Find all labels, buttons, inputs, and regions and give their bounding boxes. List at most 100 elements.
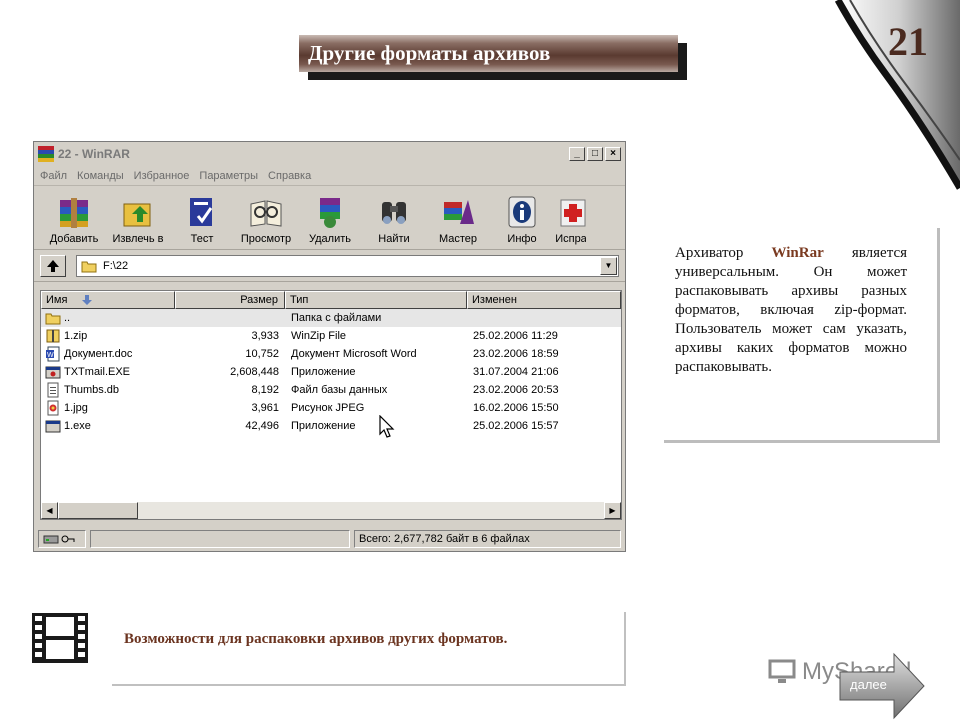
- repair-icon: [560, 199, 586, 227]
- maximize-button[interactable]: □: [587, 147, 603, 161]
- test-button[interactable]: Тест: [172, 194, 232, 245]
- svg-text:W: W: [47, 352, 54, 359]
- file-modified: 23.02.2006 20:53: [473, 384, 559, 396]
- file-row-zip[interactable]: 1.zip 3,933 WinZip File 25.02.2006 11:29: [41, 327, 621, 345]
- status-drive-pane[interactable]: [38, 530, 86, 548]
- window-title: 22 - WinRAR: [58, 147, 130, 161]
- find-button[interactable]: Найти: [364, 194, 424, 245]
- wizard-icon: [444, 200, 474, 224]
- file-name: Thumbs.db: [64, 384, 120, 396]
- status-selection-pane: [90, 530, 350, 548]
- file-modified: 25.02.2006 11:29: [473, 330, 558, 342]
- menu-commands[interactable]: Команды: [77, 170, 124, 182]
- scroll-left-button[interactable]: ◀: [41, 502, 58, 519]
- folder-icon: [45, 313, 61, 325]
- find-icon: [382, 202, 406, 224]
- file-row-exe[interactable]: 1.exe 42,496 Приложение 25.02.2006 15:57: [41, 417, 621, 435]
- scroll-right-button[interactable]: ▶: [604, 502, 621, 519]
- up-arrow-icon: [47, 259, 59, 272]
- menu-bar: Файл Команды Избранное Параметры Справка: [34, 166, 625, 186]
- file-row-jpg[interactable]: 1.jpg 3,961 Рисунок JPEG 16.02.2006 15:5…: [41, 399, 621, 417]
- file-row-doc[interactable]: W Документ.doc 10,752 Документ Microsoft …: [41, 345, 621, 363]
- file-type: Приложение: [291, 420, 356, 432]
- add-button-label: Добавить: [49, 233, 99, 245]
- menu-help[interactable]: Справка: [268, 170, 311, 182]
- image-file-icon: [47, 400, 59, 416]
- zip-file-icon: [46, 329, 60, 343]
- horizontal-scrollbar[interactable]: ◀ ▶: [41, 502, 621, 519]
- add-archive-icon: [60, 198, 88, 228]
- description-card: Архиватор WinRar является универсальным.…: [664, 228, 940, 443]
- file-type: WinZip File: [291, 330, 347, 342]
- file-size: 3,961: [251, 402, 279, 414]
- next-button-label[interactable]: далее: [850, 677, 887, 692]
- view-button[interactable]: Просмотр: [236, 194, 296, 245]
- menu-file[interactable]: Файл: [40, 170, 67, 182]
- slide-caption: Возможности для распаковки архивов други…: [112, 612, 626, 686]
- delete-button[interactable]: Удалить: [300, 194, 360, 245]
- file-row-parent[interactable]: .. Папка с файлами: [41, 309, 621, 327]
- repair-button-label: Испра: [556, 233, 586, 245]
- file-size: 8,192: [251, 384, 279, 396]
- file-type: Рисунок JPEG: [291, 402, 365, 414]
- status-total: Всего: 2,677,782 байт в 6 файлах: [354, 530, 621, 548]
- toolbar: Добавить Извлечь в Тест Просмотр Удалить…: [34, 186, 625, 250]
- sort-arrow-icon: [82, 295, 93, 305]
- file-name: ..: [64, 312, 71, 324]
- column-header-modified[interactable]: Изменен: [467, 291, 621, 309]
- column-header-name[interactable]: Имя: [41, 291, 175, 309]
- extract-button[interactable]: Извлечь в: [108, 194, 168, 245]
- repair-button[interactable]: Испра: [556, 194, 586, 245]
- folder-icon: [81, 261, 97, 272]
- file-modified: 31.07.2004 21:06: [473, 366, 559, 378]
- drive-icon: [43, 535, 59, 544]
- description-highlight: WinRar: [771, 245, 824, 261]
- info-button[interactable]: Инфо: [492, 194, 552, 245]
- file-size: 2,608,448: [230, 366, 279, 378]
- address-field[interactable]: ▼: [76, 254, 619, 277]
- scroll-thumb[interactable]: [58, 502, 138, 519]
- extract-icon: [123, 203, 151, 227]
- close-button[interactable]: ×: [605, 147, 621, 161]
- window-titlebar[interactable]: 22 - WinRAR _ □ ×: [34, 142, 625, 166]
- mouse-cursor-icon: [379, 415, 395, 438]
- file-name: 1.exe: [64, 420, 91, 432]
- menu-favorites[interactable]: Избранное: [134, 170, 190, 182]
- column-header-size[interactable]: Размер: [175, 291, 285, 309]
- winrar-window: 22 - WinRAR _ □ × Файл Команды Избранное…: [33, 141, 626, 552]
- film-icon: [32, 613, 88, 663]
- address-dropdown-button[interactable]: ▼: [600, 256, 617, 275]
- find-button-label: Найти: [378, 233, 410, 245]
- file-row-db[interactable]: Thumbs.db 8,192 Файл базы данных 23.02.2…: [41, 381, 621, 399]
- up-folder-button[interactable]: [40, 254, 66, 277]
- file-name: TXTmail.EXE: [64, 366, 131, 378]
- file-row-exe-txtmail[interactable]: TXTmail.EXE 2,608,448 Приложение 31.07.2…: [41, 363, 621, 381]
- minimize-button[interactable]: _: [569, 147, 585, 161]
- view-icon: [250, 200, 282, 227]
- file-type: Файл базы данных: [291, 384, 388, 396]
- file-list: Имя Размер Тип Изменен .. Папка с файлам…: [40, 290, 622, 520]
- file-modified: 25.02.2006 15:57: [473, 420, 559, 432]
- menu-options[interactable]: Параметры: [199, 170, 258, 182]
- delete-icon: [320, 198, 340, 228]
- file-name: Документ.doc: [64, 348, 133, 360]
- monitor-icon: [768, 659, 796, 683]
- file-type: Документ Microsoft Word: [291, 348, 417, 360]
- key-icon: [61, 535, 75, 543]
- word-document-icon: W: [46, 346, 60, 362]
- application-icon: [45, 366, 61, 379]
- file-type: Приложение: [291, 366, 356, 378]
- add-button[interactable]: Добавить: [44, 194, 104, 245]
- column-header-type[interactable]: Тип: [285, 291, 467, 309]
- database-file-icon: [47, 382, 59, 398]
- description-text-start: Архиватор: [675, 245, 772, 261]
- file-list-header: Имя Размер Тип Изменен: [41, 291, 621, 309]
- address-input[interactable]: [101, 258, 301, 273]
- slide-title: Другие форматы архивов: [299, 35, 678, 72]
- status-bar: Всего: 2,677,782 байт в 6 файлах: [34, 527, 625, 551]
- info-button-label: Инфо: [507, 233, 537, 245]
- extract-button-label: Извлечь в: [112, 233, 164, 245]
- file-name: 1.zip: [64, 330, 88, 342]
- wizard-button[interactable]: Мастер: [428, 194, 488, 245]
- page-number: 21: [888, 19, 928, 64]
